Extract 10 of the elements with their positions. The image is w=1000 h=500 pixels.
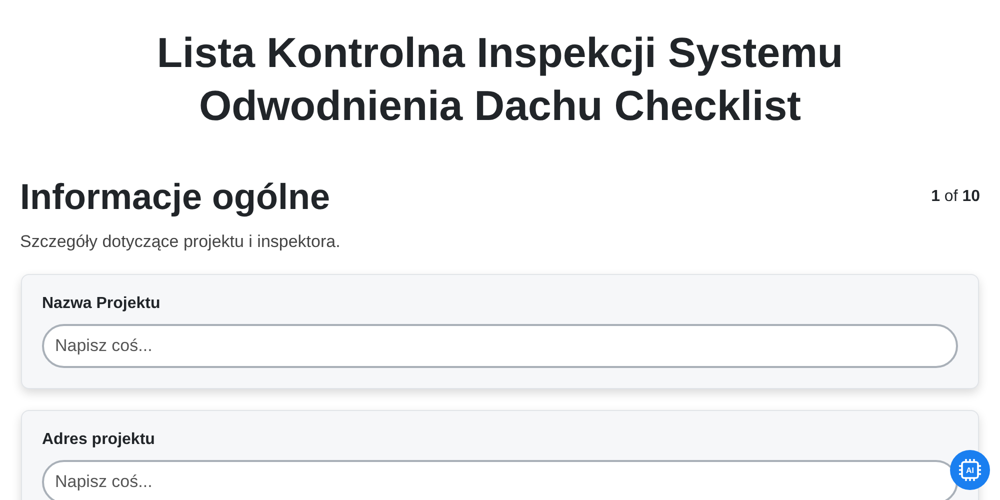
input-field[interactable]: Napisz coś... (42, 324, 958, 368)
page-title: Lista Kontrolna Inspekcji Systemu Odwodnienia Dachu Checklist (156, 28, 844, 131)
page-counter: 1 of 10 (931, 188, 980, 206)
chip-icon (958, 458, 982, 482)
field-label: Adres projektu (42, 431, 156, 449)
field-label: Nazwa Projektu (42, 295, 162, 313)
ai-label: AI (966, 466, 974, 474)
section-heading: Informacje ogólne (20, 176, 330, 218)
section-description: Szczegóły dotyczące projektu i inspektora. (20, 232, 342, 252)
input-field[interactable]: Napisz coś... (42, 460, 958, 500)
